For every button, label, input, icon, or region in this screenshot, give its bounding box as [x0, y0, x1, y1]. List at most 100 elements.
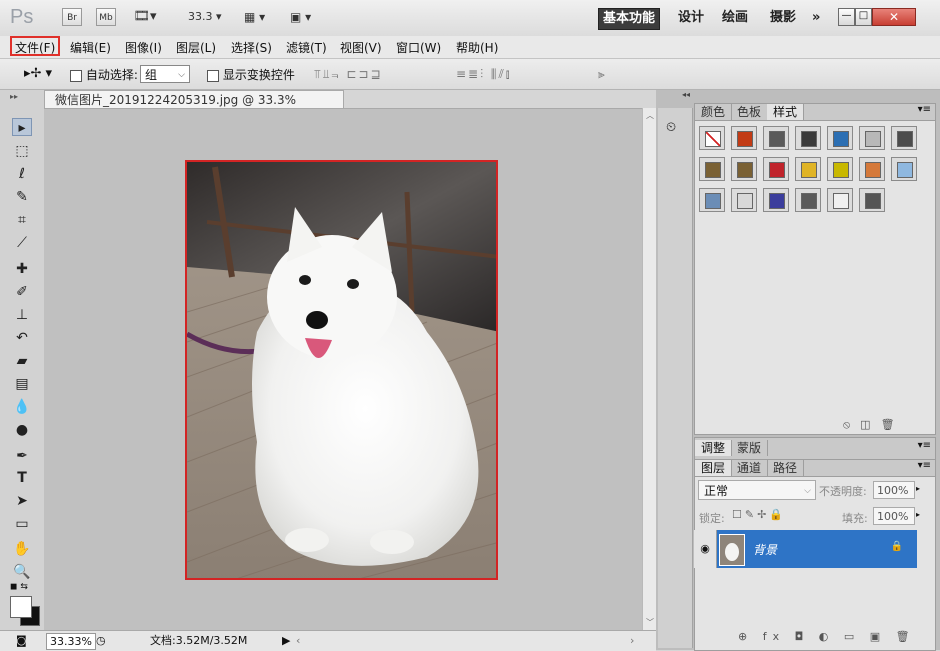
- workspace-design[interactable]: 设计: [678, 8, 704, 28]
- film-icon[interactable]: 🎞▾: [128, 8, 162, 26]
- style-swatch[interactable]: [763, 157, 789, 181]
- style-swatch[interactable]: [891, 157, 917, 181]
- gradient-tool-icon[interactable]: ▤: [12, 375, 32, 393]
- mini-bridge-button[interactable]: Mb: [96, 8, 116, 26]
- blend-mode-dropdown[interactable]: 正常 ⌵: [698, 480, 816, 500]
- scroll-up-icon[interactable]: ︿: [646, 110, 654, 121]
- history-panel-icon[interactable]: ⏲: [666, 120, 676, 135]
- workspace-painting[interactable]: 绘画: [722, 8, 748, 28]
- marquee-tool-icon[interactable]: ⬚: [12, 142, 32, 160]
- zoom-tool-icon[interactable]: 🔍: [12, 563, 32, 581]
- fill-arrow-icon[interactable]: ▸: [916, 510, 920, 519]
- blur-tool-icon[interactable]: 💧: [12, 398, 32, 416]
- healing-brush-tool-icon[interactable]: ✚: [12, 260, 32, 278]
- auto-select-checkbox[interactable]: [70, 69, 82, 82]
- status-info-icon[interactable]: ◷: [96, 631, 106, 651]
- menu-image[interactable]: 图像(I): [125, 39, 162, 56]
- scroll-down-icon[interactable]: ﹀: [646, 617, 654, 628]
- zoom-level-dropdown[interactable]: 33.3 ▾: [188, 10, 222, 23]
- workspace-more[interactable]: »: [812, 8, 820, 28]
- eraser-tool-icon[interactable]: ▰: [12, 352, 32, 370]
- auto-select-option[interactable]: 自动选择:: [70, 66, 138, 83]
- tab-channels[interactable]: 通道: [731, 460, 769, 476]
- clone-stamp-tool-icon[interactable]: ⊥: [12, 306, 32, 324]
- style-swatch[interactable]: [763, 188, 789, 212]
- tab-adjustments[interactable]: 调整: [695, 440, 733, 456]
- auto-align-icon[interactable]: ⫸: [598, 67, 607, 82]
- tab-color[interactable]: 颜色: [695, 104, 733, 120]
- bridge-button[interactable]: Br: [62, 8, 82, 26]
- pen-tool-icon[interactable]: ✒: [12, 447, 32, 465]
- move-tool-preset-icon[interactable]: ▸✢ ▾: [24, 66, 52, 81]
- scroll-left-icon[interactable]: ‹: [296, 631, 300, 651]
- menu-select[interactable]: 选择(S): [231, 39, 272, 56]
- auto-select-dropdown[interactable]: 组 ⌵: [140, 65, 190, 83]
- quick-mask-icon[interactable]: ◙: [16, 631, 27, 651]
- tab-layers[interactable]: 图层: [695, 460, 733, 476]
- style-swatch[interactable]: [763, 126, 789, 150]
- tab-masks[interactable]: 蒙版: [731, 440, 769, 456]
- lock-options-icons[interactable]: ☐✎✢🔒: [732, 508, 786, 521]
- type-tool-icon[interactable]: T: [12, 469, 32, 487]
- style-swatch[interactable]: [827, 188, 853, 212]
- fill-field[interactable]: 100%: [873, 507, 915, 525]
- foreground-color-swatch[interactable]: [10, 596, 32, 618]
- vertical-scrollbar[interactable]: ︿ ﹀: [642, 108, 657, 630]
- crop-tool-icon[interactable]: ⌗: [12, 211, 32, 229]
- eye-icon[interactable]: ◉: [694, 530, 717, 568]
- screen-mode-icon[interactable]: ▣ ▾: [290, 10, 311, 24]
- menu-edit[interactable]: 编辑(E): [70, 39, 111, 56]
- document-tab[interactable]: 微信图片_20191224205319.jpg @ 33.3%(RGB/8*) …: [44, 90, 344, 125]
- style-swatch[interactable]: [827, 126, 853, 150]
- style-swatch-none[interactable]: [699, 126, 725, 150]
- style-swatch[interactable]: [731, 157, 757, 181]
- style-swatch[interactable]: [827, 157, 853, 181]
- style-swatch[interactable]: [795, 157, 821, 181]
- style-swatch[interactable]: [891, 126, 917, 150]
- workspace-essentials[interactable]: 基本功能: [598, 8, 660, 30]
- maximize-button[interactable]: □: [855, 8, 872, 26]
- quick-select-tool-icon[interactable]: ✎: [12, 188, 32, 206]
- menu-window[interactable]: 窗口(W): [396, 39, 441, 56]
- style-swatch[interactable]: [859, 188, 885, 212]
- arrange-documents-icon[interactable]: ▦ ▾: [244, 10, 265, 24]
- status-menu-arrow-icon[interactable]: ▶: [282, 631, 290, 651]
- style-swatch[interactable]: [859, 126, 885, 150]
- eyedropper-tool-icon[interactable]: ⟋: [12, 234, 32, 252]
- layer-row-background[interactable]: ◉ 背景 🔒: [694, 530, 917, 568]
- shape-tool-icon[interactable]: ▭: [12, 515, 32, 533]
- history-brush-tool-icon[interactable]: ↶: [12, 329, 32, 347]
- dodge-tool-icon[interactable]: ●: [12, 421, 32, 439]
- style-swatch[interactable]: [859, 157, 885, 181]
- style-swatch[interactable]: [699, 157, 725, 181]
- menu-help[interactable]: 帮助(H): [456, 39, 498, 56]
- opacity-field[interactable]: 100%: [873, 481, 915, 499]
- tab-swatches[interactable]: 色板: [731, 104, 769, 120]
- style-swatch[interactable]: [731, 126, 757, 150]
- show-transform-option[interactable]: 显示变换控件: [207, 66, 295, 83]
- default-colors-icon[interactable]: ◼ ⇆: [10, 582, 28, 592]
- panel-menu-icon[interactable]: ▾≡: [918, 460, 931, 471]
- minimize-button[interactable]: —: [838, 8, 855, 26]
- tab-styles[interactable]: 样式: [767, 104, 805, 120]
- layers-footer-icons[interactable]: ⊕ fx ◘ ◐ ▭ ▣ 🗑: [738, 630, 916, 643]
- lasso-tool-icon[interactable]: ℓ: [12, 165, 32, 183]
- menu-file[interactable]: 文件(F): [10, 36, 61, 56]
- styles-footer-icons[interactable]: ⦸◫🗑: [843, 418, 905, 432]
- brush-tool-icon[interactable]: ✐: [12, 283, 32, 301]
- tab-paths[interactable]: 路径: [767, 460, 805, 476]
- distribute-buttons-group-icon[interactable]: ≡≣⫶ ⫼⫽⫾: [456, 67, 512, 82]
- opacity-arrow-icon[interactable]: ▸: [916, 484, 920, 493]
- path-selection-tool-icon[interactable]: ➤: [12, 492, 32, 510]
- style-swatch[interactable]: [795, 188, 821, 212]
- menu-layer[interactable]: 图层(L): [176, 39, 216, 56]
- hand-tool-icon[interactable]: ✋: [12, 540, 32, 558]
- menu-filter[interactable]: 滤镜(T): [286, 39, 327, 56]
- panel-menu-icon[interactable]: ▾≡: [918, 104, 931, 115]
- scroll-right-icon[interactable]: ›: [630, 631, 634, 651]
- style-swatch[interactable]: [731, 188, 757, 212]
- show-transform-checkbox[interactable]: [207, 69, 219, 82]
- align-buttons-group-icon[interactable]: ⫪⫫⫬ ⊏⊐⊒: [314, 67, 383, 82]
- style-swatch[interactable]: [795, 126, 821, 150]
- menu-view[interactable]: 视图(V): [340, 39, 382, 56]
